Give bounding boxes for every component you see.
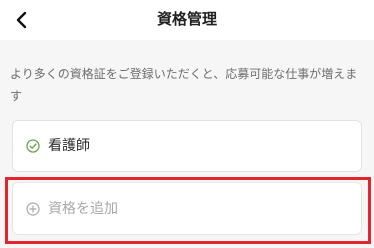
add-qualification-button[interactable]: 資格を追加 bbox=[12, 182, 362, 235]
check-circle-icon bbox=[26, 139, 40, 153]
add-qualification-label: 資格を追加 bbox=[48, 200, 118, 217]
qualification-label: 看護師 bbox=[48, 138, 90, 154]
header: 資格管理 bbox=[0, 0, 374, 40]
content-area: より多くの資格証をご登録いただくと、応募可能な仕事が増えます 看護師 資格を追加 bbox=[0, 40, 374, 248]
page-title: 資格管理 bbox=[156, 10, 217, 28]
qualification-item[interactable]: 看護師 bbox=[12, 120, 362, 172]
description-text: より多くの資格証をご登録いただくと、応募可能な仕事が増えます bbox=[10, 67, 358, 103]
plus-circle-icon bbox=[26, 201, 40, 216]
